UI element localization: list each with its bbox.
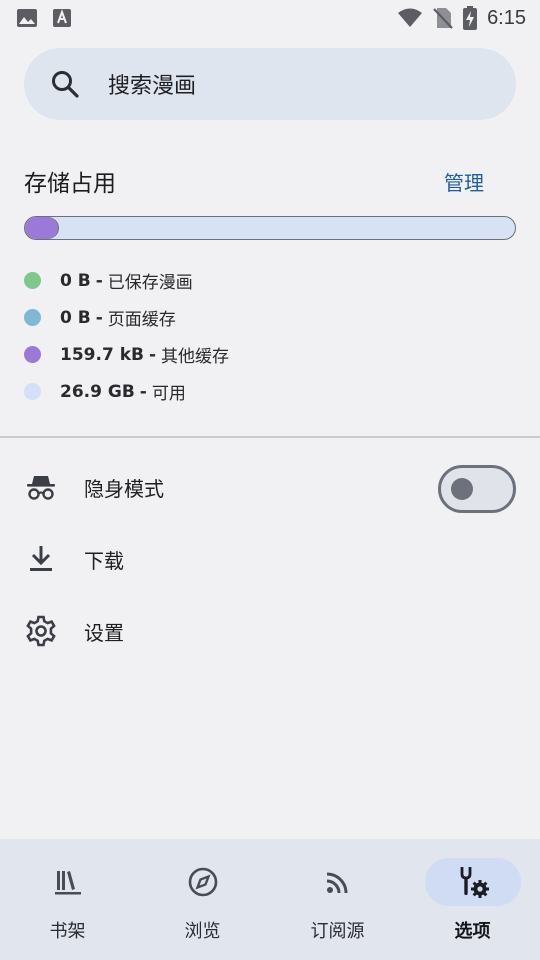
download-icon: [24, 542, 58, 576]
nav-label: 选项: [454, 921, 491, 942]
nav-item-more[interactable]: 选项: [405, 839, 540, 960]
storage-legend: 0 B - 已保存漫画 0 B - 页面缓存 159.7 kB - 其他缓存 2…: [24, 262, 229, 410]
nav-label: 浏览: [184, 921, 221, 942]
legend-separator: -: [148, 344, 157, 365]
no-sim-icon: [433, 7, 453, 29]
legend-label: 页面缓存: [107, 310, 176, 330]
status-bar-right: 6:15: [397, 6, 526, 30]
rss-icon: [320, 864, 356, 900]
legend-dot: [24, 309, 41, 326]
legend-label: 已保存漫画: [107, 273, 193, 293]
legend-value: 26.9 GB: [60, 381, 135, 402]
gear-icon: [24, 614, 58, 648]
legend-value: 159.7 kB: [60, 344, 144, 365]
legend-label: 其他缓存: [161, 347, 230, 367]
legend-label: 可用: [151, 384, 186, 404]
storage-usage-fill: [25, 217, 60, 239]
menu-item-downloads[interactable]: 下载: [0, 523, 540, 595]
toggle-knob: [451, 478, 473, 500]
status-time: 6:15: [487, 6, 526, 29]
nav-item-library[interactable]: 书架: [0, 839, 135, 960]
nav-label: 订阅源: [310, 921, 365, 942]
legend-dot: [24, 346, 41, 363]
storage-usage-bar: [24, 216, 516, 240]
bottom-navigation: 书架 浏览 订阅源 选项: [0, 839, 540, 960]
legend-item-available: 26.9 GB - 可用: [24, 373, 229, 410]
legend-separator: -: [95, 270, 103, 291]
library-icon: [50, 864, 86, 900]
tools-gear-icon: [455, 864, 491, 900]
legend-separator: -: [139, 381, 147, 402]
legend-item-page-cache: 0 B - 页面缓存: [24, 299, 229, 336]
legend-dot: [24, 383, 41, 400]
battery-charging-icon: [463, 6, 478, 30]
nav-item-browse[interactable]: 浏览: [135, 839, 270, 960]
nav-item-feeds[interactable]: 订阅源: [270, 839, 405, 960]
section-divider: [0, 436, 540, 438]
legend-separator: -: [95, 307, 103, 328]
legend-item-saved-manga: 0 B - 已保存漫画: [24, 262, 229, 299]
menu-item-settings[interactable]: 设置: [0, 595, 540, 667]
menu-label: 隐身模式: [84, 476, 164, 501]
status-bar-left: [16, 8, 72, 28]
menu-label: 下载: [84, 548, 124, 573]
incognito-icon: [24, 470, 58, 504]
text-a-icon: [52, 8, 72, 28]
search-bar[interactable]: 搜索漫画: [24, 48, 516, 120]
menu-label: 设置: [84, 620, 124, 645]
manage-button[interactable]: 管理: [444, 167, 484, 196]
legend-item-other-cache: 159.7 kB - 其他缓存: [24, 336, 229, 373]
legend-value: 0 B: [60, 307, 91, 328]
storage-title: 存储占用: [24, 171, 116, 197]
status-bar: 6:15: [0, 0, 540, 36]
wifi-icon: [397, 8, 423, 28]
incognito-toggle[interactable]: [438, 465, 516, 513]
search-icon[interactable]: [50, 69, 80, 99]
compass-icon: [185, 864, 221, 900]
menu-item-incognito[interactable]: 隐身模式: [0, 451, 540, 523]
legend-dot: [24, 272, 41, 289]
nav-label: 书架: [49, 921, 86, 942]
image-icon: [16, 8, 38, 28]
search-input[interactable]: 搜索漫画: [108, 68, 196, 100]
legend-value: 0 B: [60, 270, 91, 291]
